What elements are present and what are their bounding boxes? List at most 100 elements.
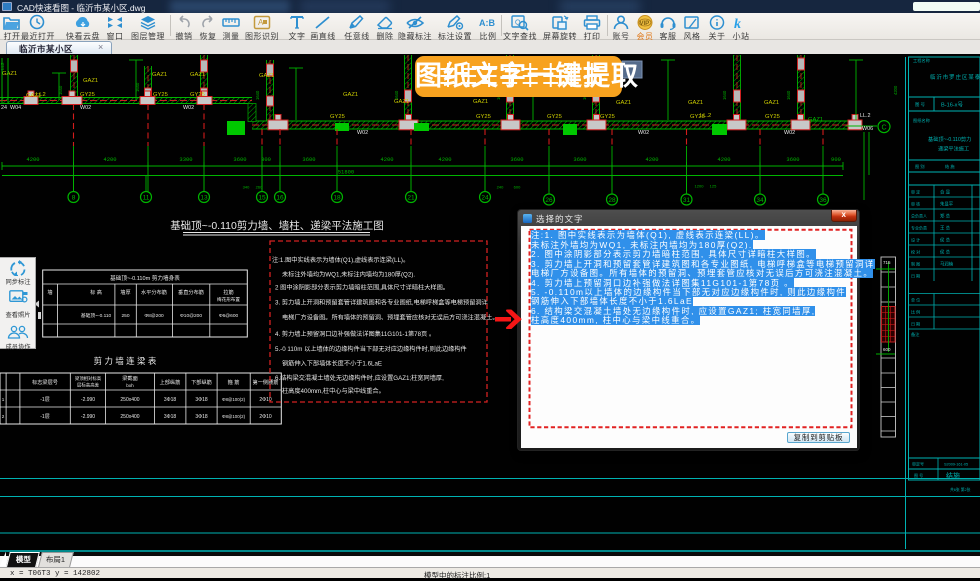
svg-text:W06: W06 bbox=[862, 126, 873, 132]
svg-text:260: 260 bbox=[256, 185, 263, 190]
svg-text:备注: 备注 bbox=[911, 331, 920, 338]
svg-text:Φ8@200: Φ8@200 bbox=[144, 313, 164, 319]
svg-text:340: 340 bbox=[243, 185, 250, 190]
svg-text:GAZ1: GAZ1 bbox=[152, 72, 167, 78]
svg-text:250x400: 250x400 bbox=[120, 414, 139, 420]
svg-text:GAZ1: GAZ1 bbox=[343, 92, 358, 98]
svg-text:250x400: 250x400 bbox=[120, 397, 139, 403]
svg-text:3Φ18: 3Φ18 bbox=[195, 414, 208, 420]
svg-text:图 别: 图 别 bbox=[915, 163, 925, 170]
svg-text:16: 16 bbox=[276, 195, 284, 202]
svg-text:2: 2 bbox=[2, 414, 5, 419]
svg-text:GAZ1: GAZ1 bbox=[688, 100, 703, 106]
svg-text:梁截面: 梁截面 bbox=[122, 374, 138, 382]
svg-text:侯 总: 侯 总 bbox=[940, 249, 951, 256]
svg-text:18: 18 bbox=[333, 195, 341, 202]
svg-text:Φ8@100(2): Φ8@100(2) bbox=[222, 414, 246, 419]
svg-text:51800: 51800 bbox=[338, 169, 355, 176]
svg-text:GY25: GY25 bbox=[476, 114, 491, 120]
svg-text:W02: W02 bbox=[80, 105, 91, 111]
svg-text:日 期: 日 期 bbox=[911, 273, 920, 279]
svg-text:W02: W02 bbox=[183, 105, 194, 111]
svg-text:C: C bbox=[881, 125, 886, 132]
svg-text:1640: 1640 bbox=[786, 90, 791, 100]
svg-text:递梁平法施工: 递梁平法施工 bbox=[938, 145, 969, 153]
svg-text:3Φ18: 3Φ18 bbox=[164, 397, 177, 403]
svg-text:13: 13 bbox=[200, 195, 208, 202]
svg-text:审 定: 审 定 bbox=[911, 189, 920, 195]
svg-text:31: 31 bbox=[683, 197, 691, 204]
svg-text:3600: 3600 bbox=[573, 156, 586, 163]
svg-text:bxh: bxh bbox=[126, 383, 134, 388]
svg-text:梁顶相对标高: 梁顶相对标高 bbox=[75, 375, 102, 382]
svg-text:LL.2: LL.2 bbox=[860, 113, 871, 119]
svg-text:GY25: GY25 bbox=[190, 92, 205, 98]
svg-text:图 号: 图 号 bbox=[914, 472, 923, 478]
svg-text:4200: 4200 bbox=[380, 156, 393, 163]
svg-text:侯 总: 侯 总 bbox=[940, 237, 951, 244]
svg-text:未标注外墙均为WQ1,未标注内墙均为180厚(Q2).: 未标注外墙均为WQ1,未标注内墙均为180厚(Q2). bbox=[282, 271, 415, 279]
svg-text:制 图: 制 图 bbox=[911, 261, 920, 267]
svg-text:GAZ1: GAZ1 bbox=[808, 117, 823, 123]
svg-text:层标高高差: 层标高高差 bbox=[77, 382, 100, 389]
svg-text:校 对: 校 对 bbox=[911, 249, 920, 255]
svg-text:水平分布筋: 水平分布筋 bbox=[141, 288, 167, 296]
svg-text:审定号: 审定号 bbox=[912, 461, 924, 467]
svg-text:结 施: 结 施 bbox=[945, 163, 955, 170]
svg-text:4200: 4200 bbox=[717, 156, 730, 163]
svg-text:S2009-161-05: S2009-161-05 bbox=[944, 463, 968, 467]
svg-text:300: 300 bbox=[261, 156, 271, 163]
svg-text:LL2: LL2 bbox=[0, 62, 5, 70]
svg-text:W02: W02 bbox=[357, 130, 368, 136]
svg-text:GAZ1: GAZ1 bbox=[190, 72, 205, 78]
svg-text:标志梁层号: 标志梁层号 bbox=[32, 378, 58, 386]
svg-text:2 图中涂阴影部分表示剪力墙暗柱范围,具体尺寸详暗柱大样图。: 2 图中涂阴影部分表示剪力墙暗柱范围,具体尺寸详暗柱大样图。 bbox=[275, 284, 449, 292]
svg-text:8: 8 bbox=[72, 195, 76, 202]
svg-text:GY25: GY25 bbox=[330, 114, 345, 120]
svg-text:k: k bbox=[734, 17, 741, 31]
svg-text:下部纵筋: 下部纵筋 bbox=[191, 378, 212, 386]
svg-text:24: 24 bbox=[481, 195, 489, 202]
svg-text:5.-0 110m 以上墙体的边缘构件当下部无对应边缘构件时: 5.-0 110m 以上墙体的边缘构件当下部无对应边缘构件时,则此边缘构件 bbox=[275, 345, 467, 353]
svg-text:基础顶~-0.110: 基础顶~-0.110 bbox=[81, 312, 112, 319]
svg-text:3. 剪力墙上开洞和预留套管详建筑图和各专业图纸,电梯呼梯盒: 3. 剪力墙上开洞和预留套管详建筑图和各专业图纸,电梯呼梯盒等电梯预留洞详 bbox=[275, 299, 488, 307]
svg-text:王 总: 王 总 bbox=[940, 225, 951, 231]
svg-text:715: 715 bbox=[883, 260, 891, 265]
svg-text:Φ8@100(2): Φ8@100(2) bbox=[222, 397, 246, 402]
svg-text:3600: 3600 bbox=[233, 156, 246, 163]
svg-text:34: 34 bbox=[756, 197, 764, 204]
svg-text:15: 15 bbox=[258, 195, 266, 202]
svg-text:合 显: 合 显 bbox=[940, 189, 951, 196]
svg-text:3Φ18: 3Φ18 bbox=[164, 414, 177, 420]
svg-text:GY25: GY25 bbox=[600, 114, 615, 120]
svg-text:总负责人: 总负责人 bbox=[911, 213, 927, 219]
svg-text:4200: 4200 bbox=[103, 156, 116, 163]
svg-text:GY25: GY25 bbox=[80, 92, 95, 98]
svg-text:LL2: LL2 bbox=[36, 92, 46, 98]
svg-text:基础顶~-0.110m 剪力墙身表: 基础顶~-0.110m 剪力墙身表 bbox=[110, 274, 180, 282]
svg-text:墙厚: 墙厚 bbox=[120, 288, 130, 296]
svg-text:日 期: 日 期 bbox=[911, 321, 920, 327]
svg-text:-2.990: -2.990 bbox=[81, 414, 95, 420]
svg-text:拉筋: 拉筋 bbox=[223, 288, 233, 296]
svg-text:W02: W02 bbox=[638, 130, 649, 136]
svg-text:VIP: VIP bbox=[640, 21, 650, 27]
svg-text:基础顶~-0.110剪力: 基础顶~-0.110剪力 bbox=[928, 135, 971, 143]
svg-text:基础顶~-0.110剪力墙、墙柱、递梁平法施工图: 基础顶~-0.110剪力墙、墙柱、递梁平法施工图 bbox=[170, 219, 384, 232]
svg-text:3600: 3600 bbox=[786, 156, 799, 163]
svg-text:垂直分布筋: 垂直分布筋 bbox=[178, 288, 204, 296]
svg-text:11: 11 bbox=[143, 195, 150, 202]
svg-text:电梯厂方设备图。所有墙体的预留洞、预埋套管应核对无误后方可浇: 电梯厂方设备图。所有墙体的预留洞、预埋套管应核对无误后方可浇注混凝土。 bbox=[282, 314, 499, 322]
svg-text:注:1.图中实线表示为墙体(Q1),虚线表示连梁(LL)。: 注:1.图中实线表示为墙体(Q1),虚线表示连梁(LL)。 bbox=[272, 256, 409, 264]
svg-text:-1层: -1层 bbox=[40, 414, 49, 420]
svg-text:GY25: GY25 bbox=[153, 92, 168, 98]
svg-text:朱显平: 朱显平 bbox=[940, 201, 954, 208]
svg-text:墙: 墙 bbox=[47, 288, 52, 296]
svg-text:21: 21 bbox=[407, 195, 415, 202]
svg-text:剪 力 墙 连 梁 表: 剪 力 墙 连 梁 表 bbox=[94, 356, 157, 366]
svg-text:比 例: 比 例 bbox=[911, 309, 920, 315]
svg-text:-2.990: -2.990 bbox=[81, 397, 95, 403]
svg-text:GAZ1: GAZ1 bbox=[473, 99, 488, 105]
svg-text:36: 36 bbox=[819, 197, 827, 204]
svg-text:2Φ10: 2Φ10 bbox=[259, 414, 272, 420]
